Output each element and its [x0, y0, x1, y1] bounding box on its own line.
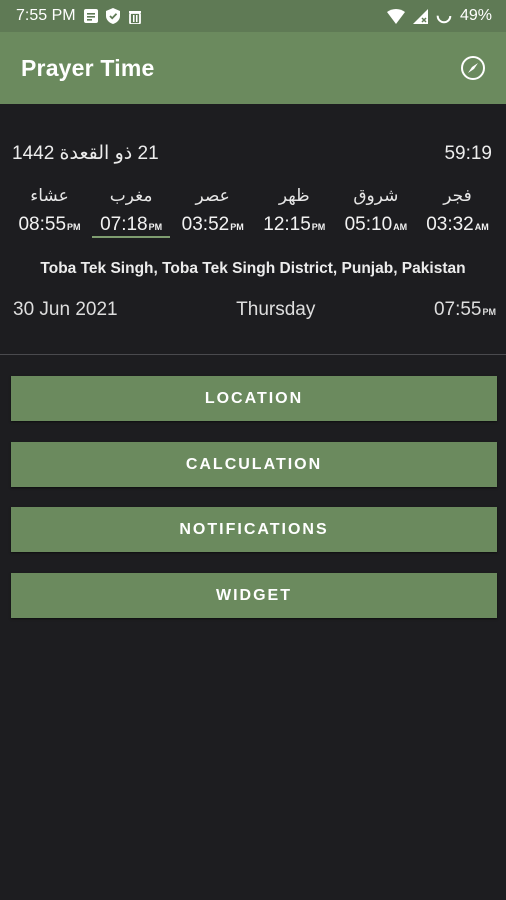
prayer-fajr[interactable]: فجر 03:32AM — [417, 184, 498, 238]
cell-signal-icon — [412, 8, 428, 24]
weekday: Thursday — [236, 299, 316, 320]
status-time: 7:55 PM — [16, 7, 76, 24]
divider — [0, 354, 506, 355]
prayer-times-row: فجر 03:32AM شروق 05:10AM ظهر 12:15PM عصر… — [9, 184, 498, 238]
widget-button[interactable]: WIDGET — [11, 573, 497, 618]
prayer-name: ظهر — [278, 186, 310, 206]
status-left: 7:55 PM — [16, 7, 142, 25]
gregorian-date: 30 Jun 2021 — [13, 299, 118, 320]
location-button[interactable]: LOCATION — [11, 376, 497, 421]
app-title: Prayer Time — [21, 54, 155, 81]
status-right: 49% — [386, 7, 492, 25]
app-bar: Prayer Time — [0, 32, 506, 104]
prayer-time: 12:15PM — [263, 214, 326, 235]
bin-icon — [128, 9, 142, 24]
prayer-sunrise[interactable]: شروق 05:10AM — [335, 184, 416, 238]
prayer-name: مغرب — [109, 186, 153, 206]
date-countdown-row: 21 ذو القعدة 1442 59:19 — [12, 142, 492, 165]
prayer-maghrib[interactable]: مغرب 07:18PM — [91, 184, 172, 238]
prayer-asr[interactable]: عصر 03:52PM — [172, 184, 253, 238]
prayer-time: 07:18PM — [92, 212, 171, 238]
prayer-dhuhr[interactable]: ظهر 12:15PM — [254, 184, 335, 238]
countdown-timer: 59:19 — [444, 142, 492, 164]
notes-icon — [83, 9, 98, 23]
prayer-time: 03:52PM — [181, 214, 244, 235]
prayer-name: عصر — [195, 186, 230, 206]
prayer-name: عشاء — [30, 186, 69, 206]
prayer-time: 08:55PM — [18, 214, 81, 235]
prayer-isha[interactable]: عشاء 08:55PM — [9, 184, 90, 238]
prayer-time: 05:10AM — [344, 214, 408, 235]
wifi-icon — [386, 8, 405, 24]
prayer-time: 03:32AM — [426, 214, 489, 235]
compass-icon — [461, 56, 485, 80]
current-time: 07:55PM — [433, 299, 496, 320]
qibla-compass-button[interactable] — [458, 53, 488, 83]
hijri-date: 21 ذو القعدة 1442 — [12, 143, 159, 164]
battery-percent: 49% — [459, 7, 492, 24]
prayer-name: فجر — [443, 186, 472, 206]
prayer-name: شروق — [353, 186, 399, 206]
battery-saver-icon — [436, 8, 452, 24]
notifications-button[interactable]: NOTIFICATIONS — [11, 507, 497, 552]
shield-icon — [105, 8, 120, 24]
status-bar: 7:55 PM 49% — [0, 0, 506, 32]
calculation-button[interactable]: CALCULATION — [11, 442, 497, 487]
location-text: Toba Tek Singh, Toba Tek Singh District,… — [40, 260, 466, 277]
prayer-info-card: 21 ذو القعدة 1442 59:19 فجر 03:32AM شروق… — [0, 104, 506, 354]
date-row: 30 Jun 2021 Thursday 07:55PM — [13, 299, 496, 321]
